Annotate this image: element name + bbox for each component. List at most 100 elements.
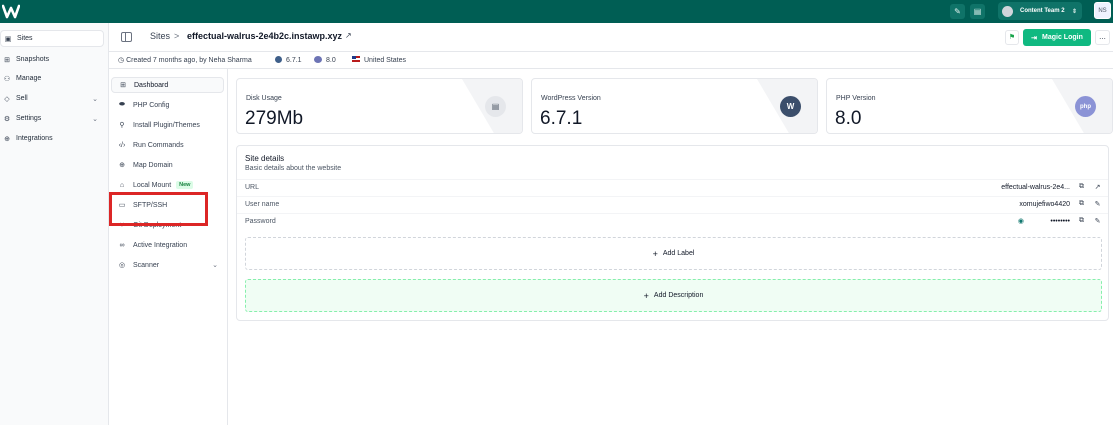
url-label: URL: [245, 184, 260, 191]
subnav-label: Local Mount: [133, 181, 172, 189]
sidebar-item-label: Snapshots: [16, 56, 50, 63]
magic-login-button[interactable]: ⇥ Magic Login: [1023, 29, 1091, 46]
chevron-down-icon: ⌄: [92, 115, 98, 123]
code-icon: ‹/›: [118, 141, 126, 149]
integrations-icon: ⊕: [4, 135, 10, 143]
team-switcher-button[interactable]: Content Team 2 ⇕: [998, 2, 1082, 20]
external-link-icon[interactable]: ↗: [345, 31, 352, 40]
magic-login-label: Magic Login: [1042, 34, 1083, 41]
subnav-active-integration[interactable]: ∞ Active Integration: [111, 237, 224, 253]
add-description-button[interactable]: + Add Description: [245, 279, 1102, 312]
username-label: User name: [245, 201, 280, 208]
username-value[interactable]: xomujefiwo4420: [1019, 201, 1070, 208]
subnav-php-config[interactable]: ⬬ PHP Config: [111, 97, 224, 113]
clock-icon: ◷: [118, 57, 125, 64]
subnav-label: Git Deployment: [133, 221, 182, 229]
snapshots-icon: ⊞: [4, 56, 10, 64]
add-description-text: Add Description: [653, 292, 704, 299]
subnav-map-domain[interactable]: ⊕ Map Domain: [111, 157, 224, 173]
sidebar-item-settings[interactable]: ⚙ Settings ⌄: [0, 110, 104, 127]
subnav-label: Run Commands: [133, 141, 184, 149]
url-value[interactable]: effectual-walrus-2e4...: [1001, 184, 1070, 191]
add-label-text: Add Label: [662, 250, 695, 257]
wordpress-icon: [275, 56, 282, 63]
hide-password-icon[interactable]: ◉: [1018, 217, 1024, 225]
chevron-updown-icon: ⇕: [1071, 8, 1077, 15]
site-details-panel: Site details Basic details about the web…: [236, 145, 1109, 321]
copy-icon[interactable]: ⧉: [1077, 217, 1086, 226]
subnav-dashboard[interactable]: ⊞ Dashboard: [111, 77, 224, 93]
copy-icon[interactable]: ⧉: [1077, 200, 1086, 209]
wordpress-icon: W: [780, 96, 801, 117]
settings-icon: ⚙: [3, 115, 11, 123]
sidebar-item-snapshots[interactable]: ⊞ Snapshots: [0, 51, 104, 68]
copy-icon[interactable]: ⧉: [1077, 183, 1086, 192]
edit-icon[interactable]: ✎: [1093, 217, 1102, 226]
page-title: effectual-walrus-2e4b2c.instawp.xyz: [187, 31, 343, 41]
sidebar-item-manage[interactable]: ⚇ Manage: [0, 70, 104, 87]
plus-icon: +: [652, 248, 658, 259]
feedback-icon[interactable]: ✎: [950, 4, 965, 19]
add-label-button[interactable]: + Add Label: [245, 237, 1102, 270]
subnav-label: SFTP/SSH: [133, 201, 168, 209]
region-info: United States: [352, 56, 406, 64]
sidebar-item-label: Sell: [16, 95, 28, 102]
flag-icon: ⚑: [1008, 34, 1016, 41]
site-subnav: ⊞ Dashboard ⬬ PHP Config ⚲ Install Plugi…: [109, 69, 228, 425]
announcements-icon[interactable]: ▤: [970, 4, 985, 19]
breadcrumb-separator: >: [174, 31, 180, 41]
username-row: User name xomujefiwo4420 ⧉ ✎: [237, 196, 1108, 212]
subnav-git-deployment[interactable]: ⑂ Git Deployment: [111, 217, 224, 233]
subnav-install-plugins[interactable]: ⚲ Install Plugin/Themes: [111, 117, 224, 133]
chevron-down-icon: ⌄: [92, 95, 98, 103]
created-info: ◷ Created 7 months ago, by Neha Sharma: [118, 57, 252, 64]
globe-icon: ⊕: [119, 162, 125, 169]
disk-usage-card: ▤ Disk Usage 279Mb: [236, 78, 523, 134]
subnav-run-commands[interactable]: ‹/› Run Commands: [111, 137, 224, 153]
dashboard-icon: ⊞: [120, 82, 126, 89]
sidebar: ▣ Sites ⊞ Snapshots ⚇ Manage ◇ Sell ⌄ ⚙ …: [0, 23, 107, 425]
link-icon: ∞: [119, 241, 125, 249]
sidebar-item-sites[interactable]: ▣ Sites: [0, 30, 104, 47]
terminal-icon: ▭: [118, 202, 126, 209]
section-subtitle: Basic details about the website: [245, 165, 342, 172]
subnav-scanner[interactable]: ◎ Scanner ⌄: [111, 257, 224, 273]
sidebar-toggle-icon[interactable]: [121, 32, 132, 42]
login-icon: ⇥: [1031, 34, 1038, 42]
card-value: 8.0: [835, 108, 862, 129]
subnav-sftp-ssh[interactable]: ▭ SFTP/SSH: [111, 197, 224, 213]
card-label: WordPress Version: [541, 95, 601, 102]
sidebar-item-integrations[interactable]: ⊕ Integrations: [0, 130, 104, 147]
user-avatar[interactable]: NS: [1094, 2, 1111, 19]
card-value: 279Mb: [245, 108, 304, 129]
main-panel: Sites > effectual-walrus-2e4b2c.instawp.…: [108, 23, 1113, 425]
file-icon: ▤: [485, 96, 506, 117]
team-name: Content Team 2: [1020, 8, 1065, 14]
instawp-logo-icon[interactable]: [2, 2, 20, 20]
subnav-label: Install Plugin/Themes: [133, 121, 200, 129]
plus-icon: +: [643, 290, 649, 301]
edit-icon[interactable]: ✎: [1093, 200, 1102, 209]
wp-version-info: 6.7.1: [275, 56, 302, 64]
php-icon: ⬬: [119, 101, 125, 108]
scanner-icon: ◎: [118, 262, 126, 269]
external-link-icon[interactable]: ↗: [1093, 183, 1102, 192]
url-row: URL effectual-walrus-2e4... ⧉ ↗: [237, 179, 1108, 195]
subnav-label: Dashboard: [134, 81, 169, 89]
more-options-button[interactable]: ...: [1095, 30, 1110, 45]
subnav-label: Map Domain: [133, 161, 173, 169]
section-title: Site details: [245, 154, 285, 163]
flag-button[interactable]: ⚑: [1005, 30, 1019, 45]
subnav-label: PHP Config: [133, 101, 170, 109]
us-flag-icon: [352, 56, 360, 62]
git-icon: ⑂: [119, 221, 125, 229]
sell-icon: ◇: [4, 95, 10, 103]
php-icon: [314, 56, 322, 63]
card-label: Disk Usage: [246, 95, 282, 102]
sidebar-item-label: Integrations: [16, 135, 53, 142]
breadcrumb-sites[interactable]: Sites: [150, 31, 170, 41]
sidebar-item-sell[interactable]: ◇ Sell ⌄: [0, 90, 104, 107]
subnav-local-mount[interactable]: ⌂ Local Mount New: [111, 177, 224, 193]
page-header: Sites > effectual-walrus-2e4b2c.instawp.…: [109, 23, 1113, 52]
plugin-icon: ⚲: [119, 122, 125, 129]
